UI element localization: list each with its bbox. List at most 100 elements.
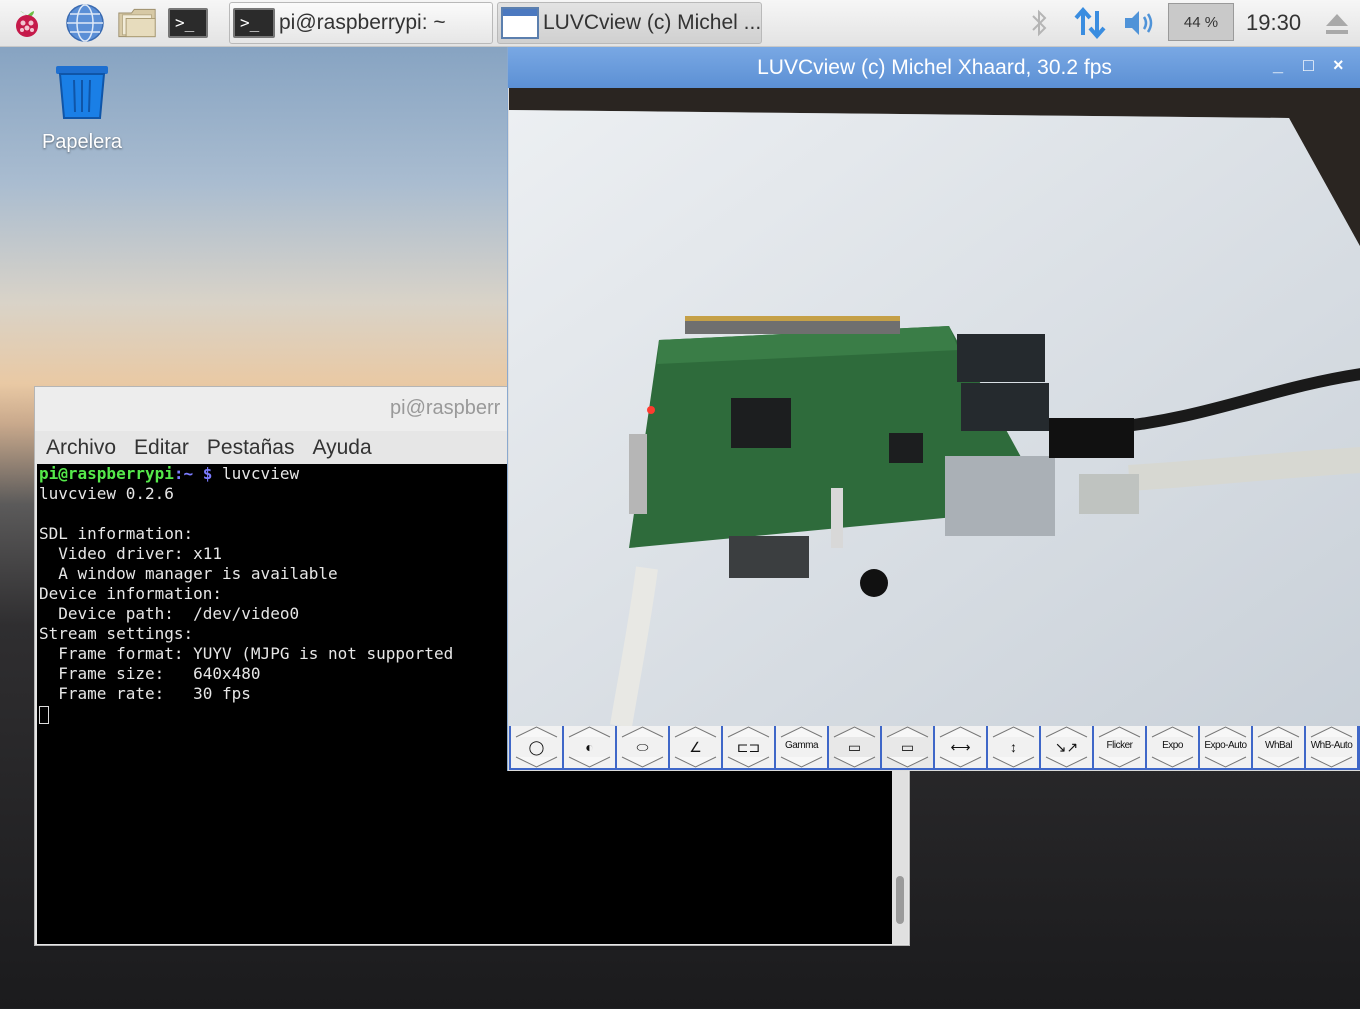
- decrease-arrow-icon[interactable]: [1097, 756, 1142, 768]
- decrease-arrow-icon[interactable]: [1203, 756, 1248, 768]
- increase-arrow-icon[interactable]: [1309, 726, 1354, 738]
- control-toolbar: ◯ ◐ ⬭ ∠ ⊏⊐ Gamma ▭ ▭ ⟷ ↕ ↘↗ Flicker Expo Expo-Auto WhB…: [509, 726, 1360, 770]
- control-snapshot[interactable]: ▭: [882, 726, 933, 768]
- prompt-path: :~ $: [173, 464, 213, 483]
- control-pan[interactable]: ⟷: [935, 726, 986, 768]
- output-line: Frame format: YUYV (MJPG is not supporte…: [39, 644, 454, 663]
- task-label: LUVCview (c) Michel ...: [542, 11, 761, 34]
- increase-arrow-icon[interactable]: [1044, 726, 1089, 738]
- close-icon[interactable]: ×: [1333, 55, 1344, 76]
- increase-arrow-icon[interactable]: [1097, 726, 1142, 738]
- decrease-arrow-icon[interactable]: [1309, 756, 1354, 768]
- network-icon[interactable]: [1070, 0, 1110, 46]
- record-icon: ▭: [847, 739, 862, 755]
- control-white-balance-auto[interactable]: WhB-Auto: [1306, 726, 1357, 768]
- control-white-balance[interactable]: WhBal: [1253, 726, 1304, 768]
- control-exposure[interactable]: Expo: [1147, 726, 1198, 768]
- control-record[interactable]: ▭: [829, 726, 880, 768]
- menu-editar[interactable]: Editar: [134, 436, 189, 460]
- decrease-arrow-icon[interactable]: [726, 756, 771, 768]
- typed-command: luvcview: [212, 464, 300, 483]
- increase-arrow-icon[interactable]: [567, 726, 612, 738]
- increase-arrow-icon[interactable]: [514, 726, 559, 738]
- taskbar-task-luvcview[interactable]: LUVCview (c) Michel ...: [497, 2, 762, 44]
- control-label: Expo-Auto: [1204, 740, 1247, 751]
- decrease-arrow-icon[interactable]: [779, 756, 824, 768]
- control-flicker[interactable]: Flicker: [1094, 726, 1145, 768]
- control-reset-pan-tilt[interactable]: ↘↗: [1041, 726, 1092, 768]
- menu-pestanas[interactable]: Pestañas: [207, 436, 295, 460]
- terminal-cursor: [39, 705, 49, 724]
- increase-arrow-icon[interactable]: [1203, 726, 1248, 738]
- control-label: WhBal: [1265, 740, 1292, 751]
- volume-icon[interactable]: [1120, 0, 1160, 46]
- luvcview-title: LUVCview (c) Michel Xhaard, 30.2 fps: [757, 56, 1112, 79]
- output-line: Device path: /dev/video0: [39, 604, 300, 623]
- sharpness-icon: ∠: [689, 739, 702, 755]
- menu-ayuda[interactable]: Ayuda: [312, 436, 371, 460]
- bluetooth-icon[interactable]: [1022, 0, 1056, 46]
- eject-icon[interactable]: [1318, 0, 1356, 46]
- tilt-icon: ↕: [1010, 739, 1017, 755]
- luvcview-title-bar[interactable]: LUVCview (c) Michel Xhaard, 30.2 fps _ □…: [508, 47, 1360, 88]
- increase-arrow-icon[interactable]: [726, 726, 771, 738]
- reset-pan-tilt-icon: ↘↗: [1054, 739, 1079, 755]
- window-icon: [501, 7, 539, 39]
- decrease-arrow-icon[interactable]: [1256, 756, 1301, 768]
- increase-arrow-icon[interactable]: [991, 726, 1036, 738]
- control-gain[interactable]: ⊏⊐: [723, 726, 774, 768]
- contrast-icon: ◐: [585, 739, 594, 755]
- decrease-arrow-icon[interactable]: [620, 756, 665, 768]
- output-line: Frame rate: 30 fps: [39, 684, 251, 703]
- control-exposure-auto[interactable]: Expo-Auto: [1200, 726, 1251, 768]
- decrease-arrow-icon[interactable]: [1150, 756, 1195, 768]
- output-line: A window manager is available: [39, 564, 338, 583]
- output-line: luvcview 0.2.6: [39, 484, 174, 503]
- decrease-arrow-icon[interactable]: [673, 756, 718, 768]
- raspberry-menu-icon[interactable]: [7, 5, 47, 41]
- decrease-arrow-icon[interactable]: [514, 756, 559, 768]
- terminal-icon[interactable]: >_: [168, 5, 208, 41]
- increase-arrow-icon[interactable]: [620, 726, 665, 738]
- control-contrast[interactable]: ◐: [564, 726, 615, 768]
- maximize-icon[interactable]: □: [1303, 55, 1314, 76]
- decrease-arrow-icon[interactable]: [832, 756, 877, 768]
- control-label: Expo: [1162, 740, 1183, 751]
- menu-archivo[interactable]: Archivo: [46, 436, 116, 460]
- control-label: Flicker: [1106, 740, 1133, 751]
- decrease-arrow-icon[interactable]: [1044, 756, 1089, 768]
- taskbar: >_ >_ pi@raspberrypi: ~ LUVCview (c) Mic…: [0, 0, 1360, 47]
- file-manager-icon[interactable]: [117, 5, 157, 41]
- increase-arrow-icon[interactable]: [832, 726, 877, 738]
- output-line: Video driver: x11: [39, 544, 223, 563]
- control-saturation[interactable]: ⬭: [617, 726, 668, 768]
- taskbar-task-terminal[interactable]: >_ pi@raspberrypi: ~: [229, 2, 493, 44]
- decrease-arrow-icon[interactable]: [938, 756, 983, 768]
- control-sharpness[interactable]: ∠: [670, 726, 721, 768]
- control-gamma[interactable]: Gamma: [776, 726, 827, 768]
- increase-arrow-icon[interactable]: [779, 726, 824, 738]
- decrease-arrow-icon[interactable]: [885, 756, 930, 768]
- trash-icon: [56, 66, 108, 119]
- minimize-icon[interactable]: _: [1273, 55, 1283, 76]
- cpu-usage-monitor[interactable]: 44 %: [1168, 3, 1234, 41]
- increase-arrow-icon[interactable]: [673, 726, 718, 738]
- control-brightness[interactable]: ◯: [511, 726, 562, 768]
- decrease-arrow-icon[interactable]: [567, 756, 612, 768]
- terminal-icon: >_: [233, 8, 275, 38]
- cpu-usage-text: 44 %: [1183, 13, 1219, 31]
- trash-label: Papelera: [41, 131, 123, 153]
- desktop-trash[interactable]: Papelera: [30, 62, 134, 154]
- increase-arrow-icon[interactable]: [1256, 726, 1301, 738]
- saturation-icon: ⬭: [636, 739, 649, 755]
- decrease-arrow-icon[interactable]: [991, 756, 1036, 768]
- increase-arrow-icon[interactable]: [1150, 726, 1195, 738]
- terminal-title: pi@raspberr: [390, 397, 501, 419]
- increase-arrow-icon[interactable]: [938, 726, 983, 738]
- web-browser-icon[interactable]: [65, 4, 105, 42]
- increase-arrow-icon[interactable]: [885, 726, 930, 738]
- clock[interactable]: 19:30: [1246, 10, 1301, 36]
- scrollbar-thumb[interactable]: [896, 876, 904, 924]
- control-tilt[interactable]: ↕: [988, 726, 1039, 768]
- brightness-icon: ◯: [528, 739, 545, 755]
